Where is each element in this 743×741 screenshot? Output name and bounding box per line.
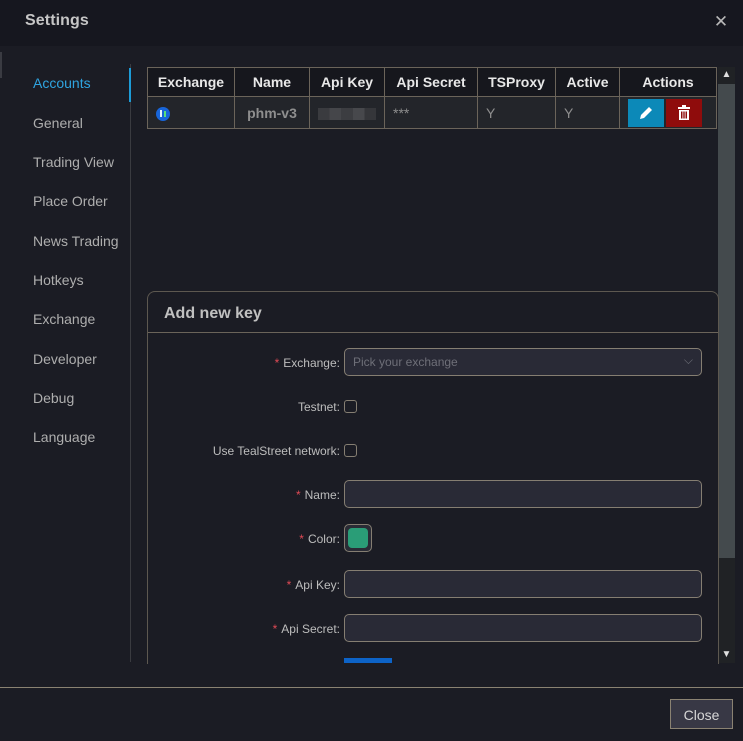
footer-divider	[0, 687, 743, 688]
api-key-input[interactable]	[344, 570, 702, 598]
table-row: phm-v3 *** Y Y	[147, 96, 717, 129]
label-colon: :	[336, 400, 340, 414]
label-colon: :	[336, 532, 340, 546]
sidebar-item-debug[interactable]: Debug	[33, 390, 74, 406]
card-title: Add new key	[164, 305, 262, 322]
required-marker: *	[274, 356, 280, 370]
name-label-text: Name	[304, 488, 337, 502]
tealstreet-network-label: Use TealStreet network:	[213, 444, 340, 458]
table-header-row: Exchange Name Api Key Api Secret TSProxy…	[147, 67, 717, 97]
close-button[interactable]: Close	[670, 699, 733, 729]
settings-sidebar: Accounts General Trading View Place Orde…	[0, 64, 131, 662]
label-colon: :	[336, 488, 340, 502]
sidebar-item-exchange[interactable]: Exchange	[33, 311, 95, 327]
label-colon: :	[336, 444, 340, 458]
required-marker: *	[299, 532, 304, 546]
edit-button[interactable]	[628, 98, 664, 127]
chevron-down-icon: ⌵	[683, 353, 693, 367]
active-cell: Y	[555, 96, 620, 129]
label-colon: :	[336, 578, 340, 592]
api-secret-label: * Api Secret:	[273, 622, 340, 636]
tsproxy-cell: Y	[477, 96, 556, 129]
add-key-card: Add new key * Exchange: Pick your exchang…	[147, 291, 719, 664]
column-header-name: Name	[234, 67, 310, 97]
sidebar-item-accounts[interactable]: Accounts	[33, 75, 91, 91]
tealstreet-network-label-text: Use TealStreet network	[212, 444, 337, 458]
testnet-label: Testnet:	[298, 400, 340, 414]
exchange-cell	[147, 96, 235, 129]
scroll-down-icon[interactable]: ▼	[718, 647, 735, 663]
sidebar-item-language[interactable]: Language	[33, 429, 95, 445]
column-header-exchange: Exchange	[147, 67, 235, 97]
delete-button[interactable]	[666, 98, 702, 127]
name-label: * Name:	[296, 488, 340, 502]
actions-cell	[619, 96, 717, 129]
exchange-logo-icon	[156, 106, 170, 121]
testnet-checkbox[interactable]	[344, 400, 357, 413]
trash-icon	[678, 104, 690, 120]
tealstreet-network-checkbox[interactable]	[344, 444, 357, 457]
name-input[interactable]	[344, 480, 702, 508]
label-colon: :	[336, 356, 340, 370]
accounts-table: Exchange Name Api Key Api Secret TSProxy…	[147, 67, 717, 129]
column-header-actions: Actions	[619, 67, 717, 97]
content-scrollbar[interactable]: ▲ ▼	[718, 67, 735, 663]
exchange-label: * Exchange:	[275, 356, 340, 370]
settings-dialog: Settings ✕ Accounts General Trading View…	[0, 0, 743, 741]
api-secret-input[interactable]	[344, 614, 702, 642]
sidebar-item-trading-view[interactable]: Trading View	[33, 154, 114, 170]
sidebar-item-hotkeys[interactable]: Hotkeys	[33, 272, 84, 288]
required-marker: *	[286, 578, 292, 592]
column-header-api-key: Api Key	[309, 67, 385, 97]
api-key-label: * Api Key:	[287, 578, 340, 592]
api-secret-cell: ***	[384, 96, 478, 129]
api-key-label-text: Api Key	[295, 578, 337, 592]
column-header-active: Active	[555, 67, 620, 97]
color-picker[interactable]	[344, 524, 372, 552]
sidebar-item-place-order[interactable]: Place Order	[33, 193, 108, 209]
close-icon[interactable]: ✕	[713, 11, 729, 33]
sidebar-divider	[130, 64, 131, 662]
scroll-up-icon[interactable]: ▲	[718, 67, 735, 83]
required-marker: *	[295, 488, 301, 502]
blurred-api-key	[318, 107, 376, 120]
account-name: phm-v3	[234, 96, 310, 129]
column-header-api-secret: Api Secret	[384, 67, 478, 97]
label-colon: :	[336, 622, 340, 636]
api-secret-label-text: Api Secret	[281, 622, 337, 636]
color-label-text: Color	[307, 532, 337, 546]
pencil-icon	[640, 106, 652, 119]
sidebar-item-developer[interactable]: Developer	[33, 351, 97, 367]
testnet-label-text: Testnet	[297, 400, 337, 414]
exchange-placeholder: Pick your exchange	[353, 355, 458, 369]
exchange-select[interactable]: Pick your exchange ⌵	[344, 348, 702, 376]
card-header: Add new key	[148, 292, 718, 333]
sidebar-item-news-trading[interactable]: News Trading	[33, 233, 119, 249]
column-header-tsproxy: TSProxy	[477, 67, 556, 97]
sidebar-item-general[interactable]: General	[33, 115, 83, 131]
exchange-label-text: Exchange	[283, 356, 337, 370]
color-swatch	[348, 528, 368, 548]
active-indicator	[129, 68, 131, 102]
dialog-header: Settings ✕	[0, 0, 743, 46]
submit-button-partial[interactable]	[344, 658, 392, 663]
scroll-thumb[interactable]	[718, 84, 735, 558]
required-marker: *	[272, 622, 278, 636]
color-label: * Color:	[299, 532, 340, 546]
api-key-cell	[309, 96, 385, 129]
dialog-title: Settings	[25, 12, 89, 29]
